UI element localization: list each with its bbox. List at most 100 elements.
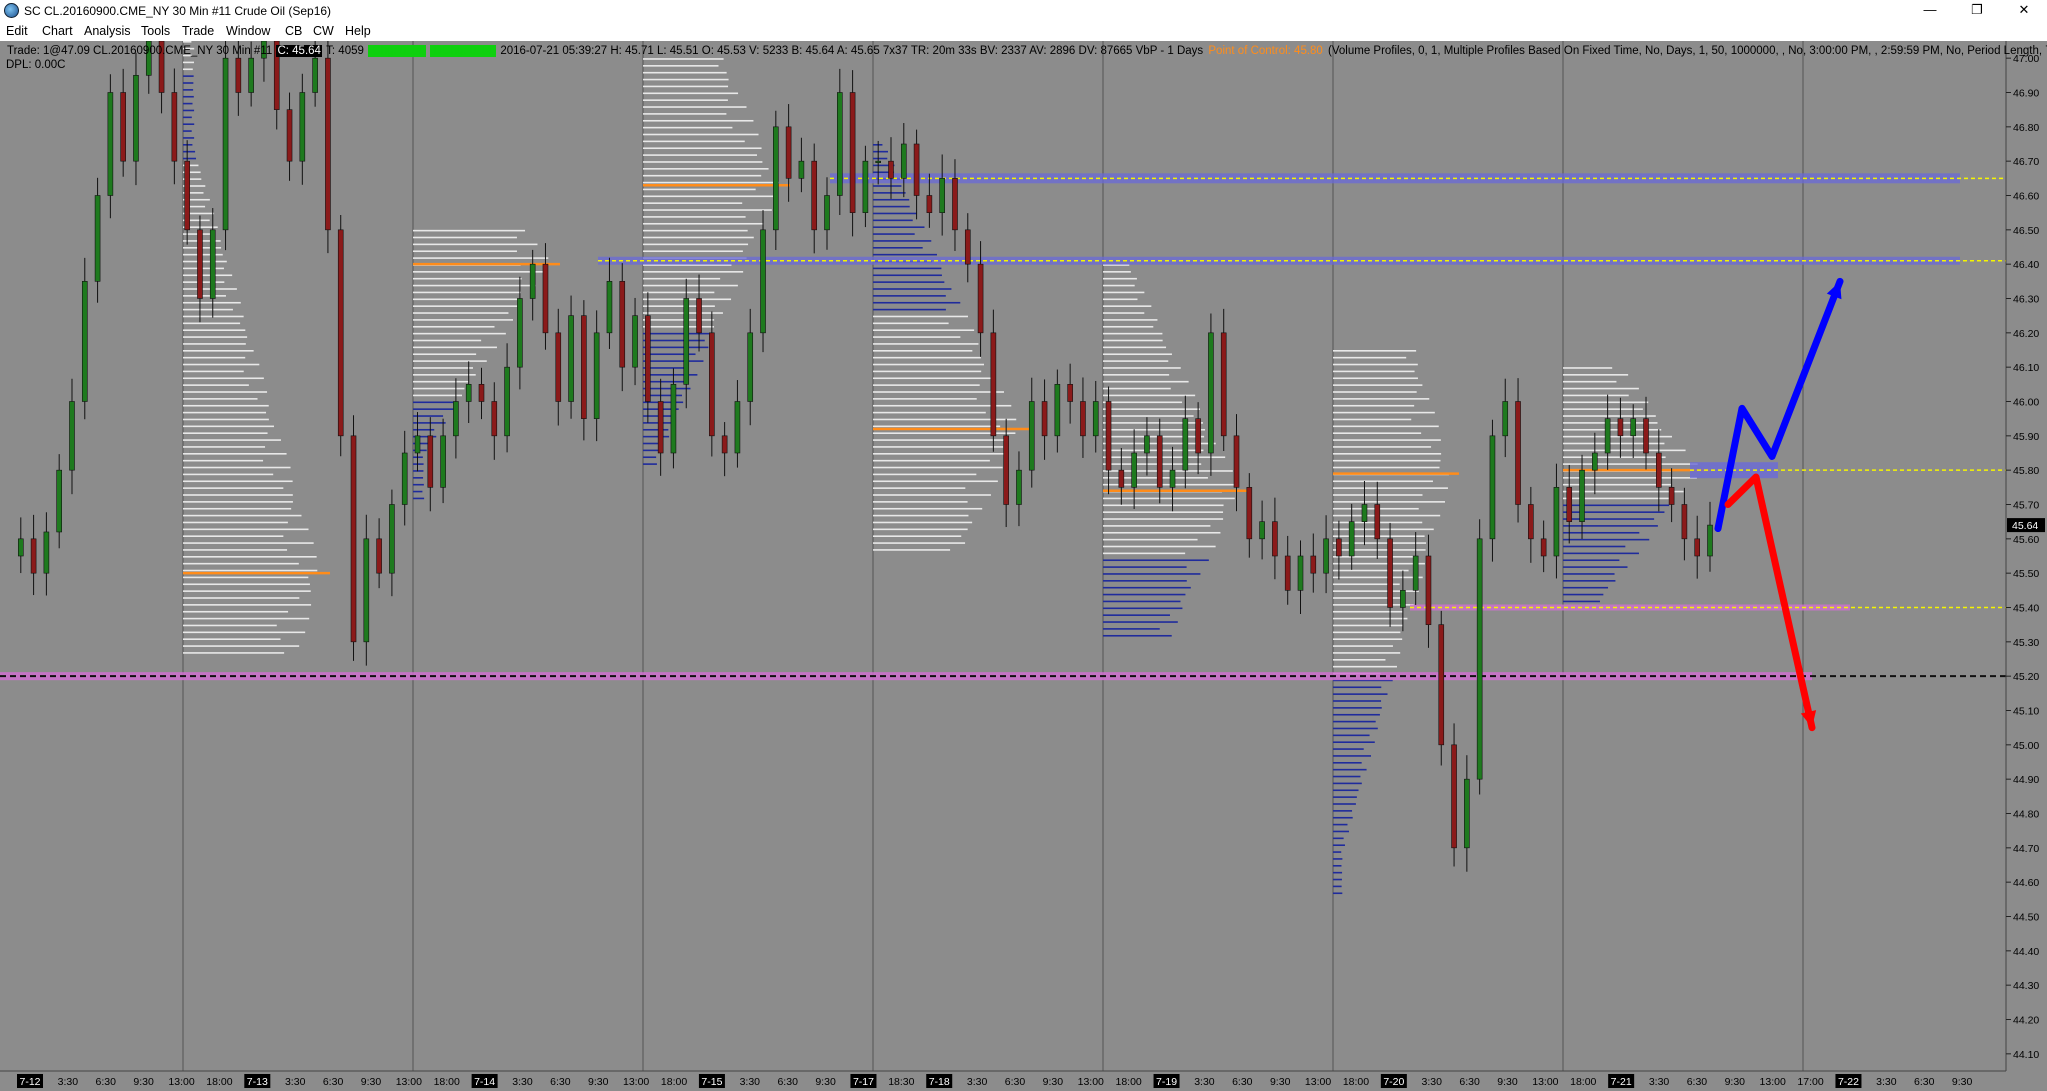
volume-profile-bar: [1563, 518, 1655, 520]
change-badge: Chg: 0.14: [368, 45, 427, 57]
candle-body: [1489, 435, 1496, 540]
volume-profile-bar: [183, 542, 314, 544]
menu-chart[interactable]: Chart: [42, 24, 73, 38]
volume-profile-bar: [1563, 387, 1639, 390]
menu-trade[interactable]: Trade: [182, 24, 214, 38]
volume-profile-bar: [643, 325, 715, 328]
time-label: 3:30: [1649, 1076, 1670, 1088]
date-label: 7-22: [1838, 1076, 1859, 1088]
volume-profile-bar: [183, 480, 293, 483]
volume-profile-bar: [1333, 356, 1407, 359]
candle-body: [1310, 555, 1317, 574]
volume-profile-bar: [1333, 741, 1375, 743]
candle-body: [824, 195, 830, 231]
volume-profile-bar: [1103, 277, 1137, 280]
volume-profile-bar: [413, 291, 521, 294]
volume-profile-bar: [873, 494, 991, 496]
restore-icon[interactable]: ❐: [1954, 0, 2000, 20]
volume-profile-bar: [183, 150, 196, 153]
candle-body: [337, 229, 344, 437]
volume-profile-bar: [643, 428, 669, 431]
candle-body: [773, 126, 779, 231]
volume-profile-bar: [873, 267, 942, 270]
menu-cb[interactable]: CB: [285, 24, 302, 38]
candle-body: [376, 538, 382, 574]
volume-profile-bar: [1333, 844, 1345, 846]
candle-body: [56, 469, 62, 533]
volume-profile-bar: [643, 181, 779, 184]
price-tick-label: 45.70: [2013, 500, 2039, 512]
candle-body: [964, 229, 971, 265]
volume-profile-bar: [643, 113, 727, 115]
minimize-icon[interactable]: —: [1907, 0, 1953, 20]
volume-profile-bar: [1103, 271, 1131, 273]
volume-profile-bar: [1563, 435, 1672, 438]
volume-profile-bar: [1103, 593, 1186, 596]
candle-body: [1400, 590, 1406, 608]
volume-profile-bar: [413, 387, 465, 390]
candle-body: [1208, 332, 1214, 454]
volume-profile-bar: [183, 41, 192, 43]
volume-profile-bar: [183, 569, 318, 572]
volume-profile-bar: [1333, 789, 1359, 792]
volume-profile-bar: [183, 253, 223, 256]
time-label: 13:00: [1532, 1076, 1558, 1088]
candle-body: [94, 195, 101, 282]
volume-profile-bar: [1333, 487, 1448, 489]
menu-cw[interactable]: CW: [313, 24, 334, 38]
menu-help[interactable]: Help: [345, 24, 371, 38]
candle-body: [593, 332, 600, 419]
volume-profile-bar: [873, 350, 973, 352]
volume-profile-bar: [1333, 617, 1408, 620]
time-label: 18:00: [206, 1076, 232, 1088]
chart-area[interactable]: 47.00 46.90 46.80 46.70 46.60 46.50 46.40 46.30…: [0, 41, 2047, 1091]
volume-profile-bar: [1103, 580, 1187, 582]
volume-profile-bar: [1103, 394, 1196, 397]
volume-profile-bar: [1333, 377, 1418, 380]
volume-profile-bar: [643, 133, 759, 136]
close-icon[interactable]: ✕: [2001, 0, 2047, 20]
price-tick-label: 44.70: [2013, 843, 2039, 855]
menu-edit[interactable]: Edit: [6, 24, 28, 38]
price-tick-label: 44.90: [2013, 774, 2039, 786]
price-tick-label: 44.80: [2013, 809, 2039, 821]
candle-body: [798, 160, 805, 179]
price-tick-label: 44.10: [2013, 1049, 2039, 1061]
candle-body: [465, 384, 472, 402]
volume-profile-bar: [643, 119, 754, 122]
volume-profile-bar: [643, 188, 756, 191]
time-label: 3:30: [512, 1076, 533, 1088]
candle-body: [811, 160, 818, 231]
bullish-scenario-arrow: [1714, 277, 1844, 533]
volume-profile-bar: [183, 274, 233, 277]
menu-analysis[interactable]: Analysis: [84, 24, 131, 38]
volume-profile-bar: [873, 356, 981, 359]
volume-profile-bar: [1103, 573, 1201, 575]
volume-profile-bar: [1333, 782, 1362, 785]
candle-body: [1502, 401, 1509, 437]
volume-profile-bar: [183, 391, 268, 393]
candle-body: [363, 538, 370, 643]
volume-profile-bar: [873, 336, 961, 338]
volume-profile-bar: [873, 411, 986, 414]
volume-profile-bar: [1103, 511, 1224, 513]
volume-profile-bar: [1333, 370, 1415, 373]
price-tick-label: 45.60: [2013, 534, 2039, 546]
candle-body: [440, 435, 446, 488]
menu-tools[interactable]: Tools: [141, 24, 170, 38]
volume-profile-bar: [643, 339, 705, 342]
volume-profile-bar: [1103, 518, 1224, 520]
time-label: 3:30: [740, 1076, 761, 1088]
volume-profile-bar: [183, 130, 192, 132]
candle-body: [913, 143, 920, 196]
menu-window[interactable]: Window: [226, 24, 270, 38]
volume-profile-bar: [1103, 367, 1181, 369]
volume-profile-bar: [1563, 538, 1650, 541]
price-chart[interactable]: 47.0046.9046.8046.7046.6046.5046.4046.30…: [0, 41, 2047, 1091]
time-label: 6:30: [1232, 1076, 1253, 1088]
volume-profile-bar: [873, 487, 966, 489]
price-tick-label: 44.60: [2013, 877, 2039, 889]
candle-body: [30, 538, 37, 574]
candle-body: [875, 160, 881, 163]
volume-profile-bar: [183, 137, 195, 139]
